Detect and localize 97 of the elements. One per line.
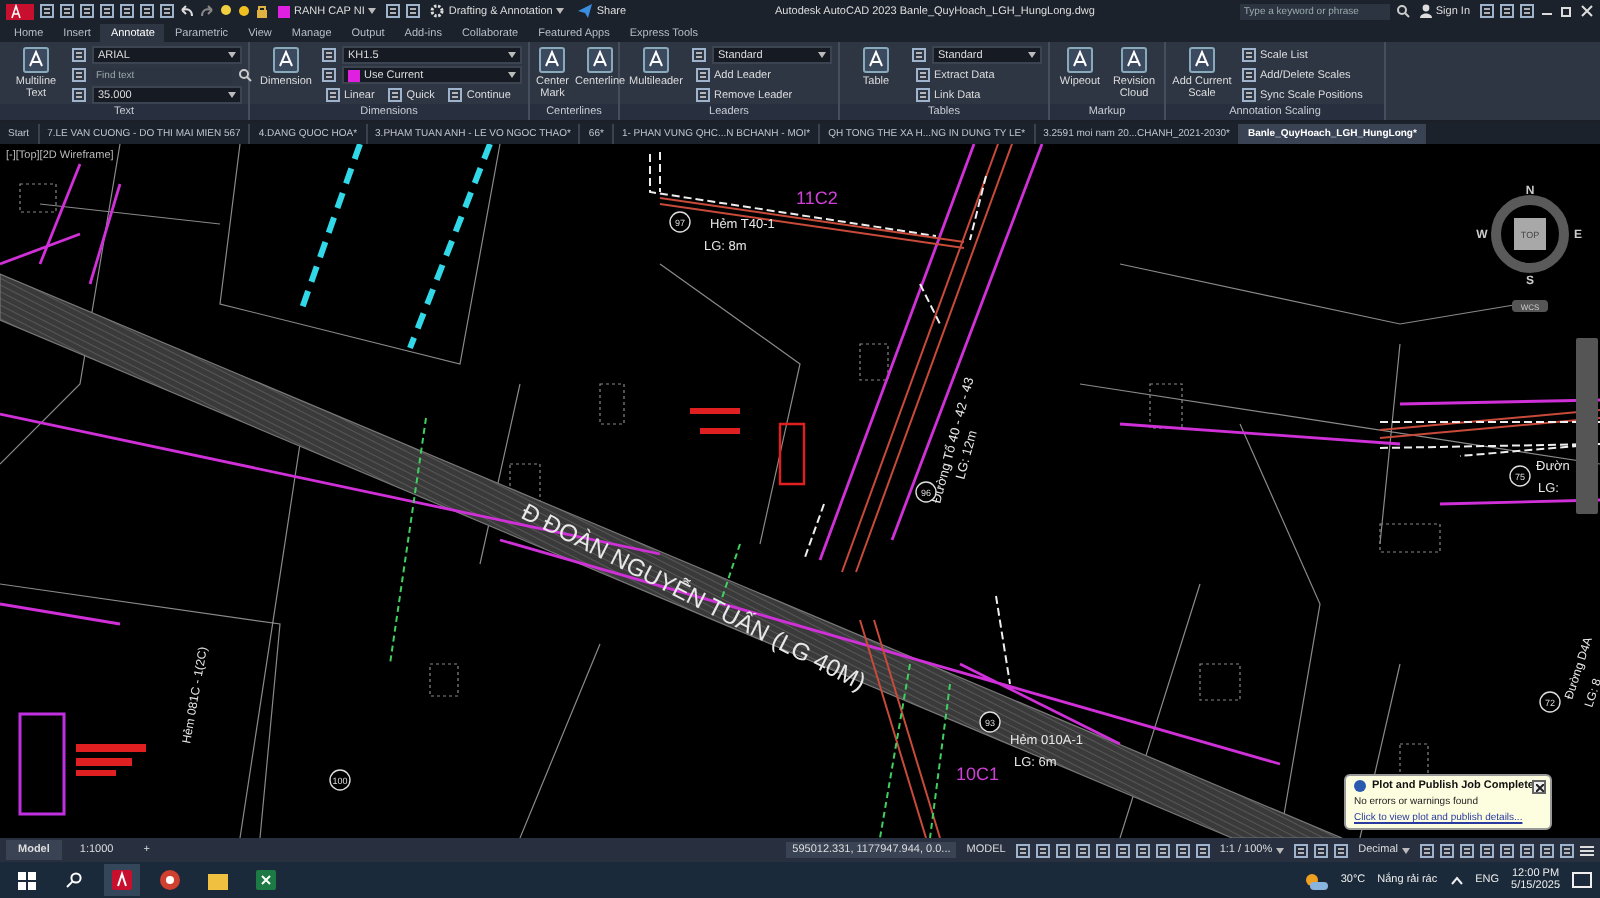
status-toggle-icon[interactable] — [1420, 843, 1434, 857]
plus-icon[interactable] — [1314, 843, 1329, 857]
app-logo-icon[interactable] — [6, 3, 34, 19]
status-toggle-icon[interactable] — [1440, 843, 1454, 857]
caret-icon — [508, 52, 516, 58]
app-logo-icon — [112, 870, 132, 890]
tool-icon[interactable] — [696, 68, 710, 82]
redo-icon[interactable] — [200, 4, 214, 18]
status-toggle-icon[interactable] — [1075, 843, 1090, 857]
folder-icon — [208, 871, 228, 889]
close-icon — [1535, 783, 1543, 791]
tool-icon[interactable] — [80, 4, 94, 18]
tool-icon[interactable] — [40, 4, 54, 18]
status-toggle-icon[interactable] — [1095, 843, 1110, 857]
undo-icon[interactable] — [180, 4, 194, 18]
status-toggle-icon[interactable] — [1015, 843, 1030, 857]
status-toggle-icon[interactable] — [1135, 843, 1150, 857]
user-icon — [1419, 4, 1432, 18]
tool-icon[interactable] — [1242, 48, 1256, 62]
status-toggle-icon[interactable] — [1155, 843, 1170, 857]
caret-icon — [508, 72, 516, 78]
search-icon[interactable] — [238, 68, 252, 82]
tool-icon — [272, 46, 300, 74]
tool-icon[interactable] — [72, 68, 86, 82]
tool-icon[interactable] — [388, 88, 403, 102]
status-toggle-icon[interactable] — [1560, 843, 1574, 857]
status-toggle-icon[interactable] — [1540, 843, 1554, 857]
status-toggle-icon[interactable] — [1035, 843, 1050, 857]
gear-icon — [430, 4, 445, 18]
caret-icon — [368, 8, 377, 14]
status-toggle-icon[interactable] — [1055, 843, 1070, 857]
sun-icon[interactable] — [238, 4, 250, 18]
tool-icon[interactable] — [406, 4, 421, 18]
tool-icon[interactable] — [448, 88, 463, 102]
layer-swatch-icon — [278, 5, 290, 17]
tool-icon[interactable] — [1242, 88, 1256, 102]
weather-icon[interactable] — [1304, 871, 1329, 889]
caret-icon — [556, 8, 565, 14]
tool-icon[interactable] — [916, 68, 930, 82]
caret-icon — [228, 92, 236, 98]
taskbar-app[interactable] — [104, 864, 140, 896]
send-icon — [578, 4, 593, 18]
status-toggle-icon[interactable] — [1115, 843, 1130, 857]
close-button[interactable] — [1532, 780, 1546, 794]
search-icon[interactable] — [1395, 4, 1410, 18]
spreadsheet-icon — [256, 870, 276, 890]
tool-icon[interactable] — [326, 88, 340, 102]
compass-ring-icon[interactable] — [1491, 195, 1569, 273]
notification-icon[interactable] — [1572, 871, 1592, 889]
tool-icon — [22, 46, 50, 74]
tool-icon — [1066, 46, 1094, 74]
caret-icon — [818, 52, 826, 58]
close-icon[interactable] — [1580, 4, 1595, 18]
tool-icon — [1188, 46, 1216, 74]
tool-icon[interactable] — [916, 88, 930, 102]
tool-icon — [1120, 46, 1148, 74]
tool-icon[interactable] — [322, 48, 336, 62]
tool-icon[interactable] — [120, 4, 134, 18]
tool-icon[interactable] — [692, 48, 706, 62]
chevron-up-icon[interactable] — [1449, 875, 1464, 885]
tool-icon[interactable] — [696, 88, 710, 102]
tool-icon[interactable] — [322, 68, 336, 82]
tool-icon[interactable] — [100, 4, 114, 18]
tool-icon — [862, 46, 890, 74]
lightbulb-icon[interactable] — [220, 4, 232, 18]
tool-icon — [642, 46, 670, 74]
info-icon — [1354, 780, 1366, 792]
windows-icon — [17, 871, 35, 889]
status-toggle-icon[interactable] — [1500, 843, 1514, 857]
gear-icon[interactable] — [1294, 843, 1309, 857]
status-toggle-icon[interactable] — [1520, 843, 1534, 857]
status-toggle-icon[interactable] — [1460, 843, 1474, 857]
tool-icon[interactable] — [140, 4, 154, 18]
restore-icon[interactable] — [1560, 4, 1575, 18]
tool-icon — [538, 46, 567, 74]
tool-icon[interactable] — [72, 48, 86, 62]
tool-icon[interactable] — [160, 4, 174, 18]
zone-code: 11C2 — [796, 188, 838, 208]
status-toggle-icon[interactable] — [1480, 843, 1494, 857]
zone-code: 10C1 — [956, 764, 1000, 784]
tool-icon[interactable] — [386, 4, 401, 18]
caret-icon — [1402, 847, 1410, 853]
status-toggle-icon[interactable] — [1195, 843, 1210, 857]
browser-icon — [160, 870, 180, 890]
menu-icon[interactable] — [1580, 843, 1594, 857]
status-toggle-icon[interactable] — [1334, 843, 1349, 857]
lock-icon[interactable] — [256, 4, 268, 18]
search-icon — [66, 872, 82, 888]
caret-icon — [228, 52, 236, 58]
tool-icon — [586, 46, 615, 74]
tool-icon[interactable] — [1242, 68, 1256, 82]
tool-icon[interactable] — [72, 88, 86, 102]
status-toggle-icon[interactable] — [1175, 843, 1190, 857]
tool-icon[interactable] — [60, 4, 74, 18]
tool-icon[interactable] — [912, 48, 926, 62]
caret-icon — [1028, 52, 1036, 58]
caret-icon — [1276, 847, 1285, 853]
